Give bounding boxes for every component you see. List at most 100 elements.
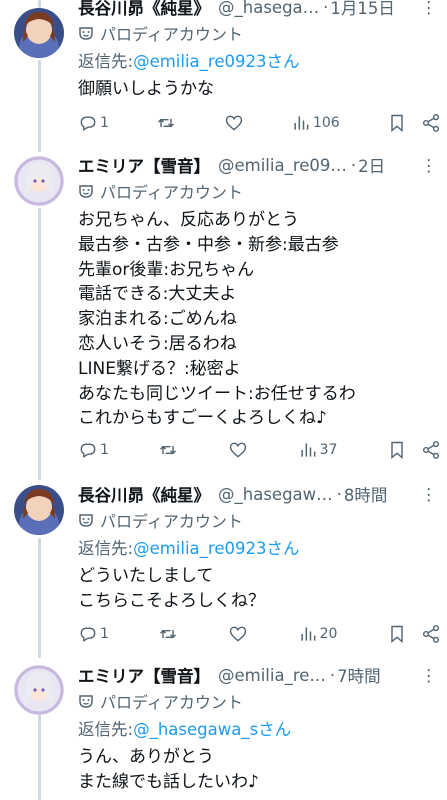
retweet-icon bbox=[158, 118, 175, 128]
tweet-text: うん、ありがとう また線でも話したいわ♪ bbox=[78, 745, 437, 795]
tweet-text-line: 御願いしようかな bbox=[78, 79, 214, 99]
reply-prefix: 返信先: bbox=[78, 538, 134, 558]
bookmark-icon bbox=[391, 441, 403, 460]
share-button[interactable] bbox=[421, 113, 441, 133]
tweet-text-line: 電話できる:大丈夫よ bbox=[78, 284, 237, 305]
parody-label: パロディアカウント bbox=[78, 688, 437, 714]
bookmark-icon bbox=[391, 625, 403, 644]
bookmark-button[interactable] bbox=[387, 440, 407, 460]
like-button[interactable] bbox=[224, 113, 244, 133]
action-bar: 1 37 bbox=[78, 438, 441, 462]
tweet-text: お兄ちゃん、反応ありがとう 最古参・古参・中参・新参:最古参 先輩or後輩:お兄… bbox=[78, 208, 437, 431]
share-icon bbox=[422, 441, 440, 459]
view-count: 20 bbox=[319, 626, 338, 642]
mask-icon bbox=[79, 185, 93, 198]
heart-icon bbox=[229, 626, 247, 642]
avatar[interactable] bbox=[14, 665, 64, 715]
more-options-icon[interactable]: ⋮ bbox=[415, 485, 438, 504]
retweet-button[interactable] bbox=[156, 113, 176, 133]
bookmark-button[interactable] bbox=[387, 624, 407, 644]
avatar[interactable] bbox=[14, 8, 64, 58]
reply-mention-link[interactable]: @emilia_re0923さん bbox=[133, 535, 299, 559]
timestamp[interactable]: 7時間 bbox=[337, 663, 381, 687]
reply-to: 返信先: @emilia_re0923さん bbox=[78, 533, 437, 560]
more-options-icon[interactable]: ⋮ bbox=[415, 156, 438, 175]
view-count: 37 bbox=[319, 442, 338, 458]
heart-icon bbox=[225, 115, 242, 131]
parody-label-text: パロディアカウント bbox=[100, 183, 243, 202]
action-bar: 1 20 bbox=[78, 622, 441, 646]
reply-prefix: 返信先: bbox=[78, 51, 134, 71]
retweet-button[interactable] bbox=[158, 624, 178, 644]
reply-icon bbox=[80, 627, 96, 642]
views-icon bbox=[301, 627, 316, 641]
like-button[interactable] bbox=[228, 440, 248, 460]
tweet-text-line: お兄ちゃん、反応ありがとう bbox=[78, 210, 299, 230]
tweet-text-line: 先輩or後輩:お兄ちゃん bbox=[78, 259, 255, 280]
share-icon bbox=[422, 114, 440, 132]
tweet-text-line: あなたも同じツイート:お任せするわ bbox=[78, 383, 356, 404]
parody-label-text: パロディアカウント bbox=[100, 693, 243, 712]
mask-icon bbox=[79, 27, 93, 40]
reply-prefix: 返信先: bbox=[78, 719, 134, 739]
bookmark-icon bbox=[391, 114, 403, 133]
display-name[interactable]: 長谷川昴《純星》 bbox=[78, 482, 210, 506]
tweet-text-line: 家泊まれる:ごめんね bbox=[78, 309, 237, 330]
user-handle[interactable]: @emilia_re… bbox=[218, 666, 326, 685]
like-button[interactable] bbox=[228, 624, 248, 644]
share-button[interactable] bbox=[421, 440, 441, 460]
reply-icon bbox=[80, 443, 96, 458]
reply-mention-link[interactable]: @_hasegawa_sさん bbox=[133, 716, 291, 740]
tweet[interactable]: エミリア【雪音】 @emilia_re09… · 2日 ⋮ パロディアカウント … bbox=[0, 150, 447, 480]
reply-count: 1 bbox=[100, 115, 109, 131]
views-button[interactable]: 20 bbox=[298, 624, 338, 644]
parody-label: パロディアカウント bbox=[78, 507, 437, 533]
reply-count: 1 bbox=[100, 442, 109, 458]
reply-button[interactable]: 1 bbox=[78, 113, 109, 133]
retweet-button[interactable] bbox=[158, 440, 178, 460]
view-count: 106 bbox=[312, 115, 340, 131]
views-button[interactable]: 37 bbox=[298, 440, 338, 460]
display-name[interactable]: エミリア【雪音】 bbox=[78, 153, 210, 177]
parody-label-text: パロディアカウント bbox=[100, 25, 243, 44]
share-icon bbox=[422, 625, 440, 643]
retweet-icon bbox=[160, 445, 177, 455]
tweet-text-line: 恋人いそう:居るわね bbox=[78, 333, 237, 354]
parody-label: パロディアカウント bbox=[78, 20, 437, 46]
user-handle[interactable]: @emilia_re09… bbox=[218, 156, 347, 175]
timestamp[interactable]: 2日 bbox=[358, 153, 385, 177]
tweet-text-line: また線でも話したいわ♪ bbox=[78, 771, 259, 792]
action-bar: 1 106 bbox=[78, 111, 441, 135]
views-button[interactable]: 106 bbox=[291, 113, 340, 133]
reply-button[interactable]: 1 bbox=[78, 440, 109, 460]
retweet-icon bbox=[160, 629, 177, 639]
tweet[interactable]: 長谷川昴《純星》 @_hasega… · 1月15日 ⋮ パロディアカウント 返… bbox=[0, 0, 447, 150]
more-options-icon[interactable]: ⋮ bbox=[415, 0, 438, 17]
more-options-icon[interactable]: ⋮ bbox=[415, 666, 438, 685]
tweet[interactable]: 長谷川昴《純星》 @_hasegaw… · 8時間 ⋮ パロディアカウント 返信… bbox=[0, 480, 447, 660]
avatar[interactable] bbox=[14, 485, 64, 535]
heart-icon bbox=[229, 442, 247, 458]
reply-to: 返信先: @_hasegawa_sさん bbox=[78, 714, 437, 741]
user-handle[interactable]: @_hasega… bbox=[218, 0, 319, 17]
separator-dot: · bbox=[323, 0, 329, 17]
user-handle[interactable]: @_hasegaw… bbox=[218, 485, 333, 504]
reply-to: 返信先: @emilia_re0923さん bbox=[78, 46, 437, 73]
separator-dot: · bbox=[336, 484, 342, 504]
reply-mention-link[interactable]: @emilia_re0923さん bbox=[133, 48, 299, 72]
mask-icon bbox=[79, 695, 93, 708]
separator-dot: · bbox=[350, 155, 357, 175]
reply-button[interactable]: 1 bbox=[78, 624, 109, 644]
views-icon bbox=[301, 443, 316, 457]
share-button[interactable] bbox=[421, 624, 441, 644]
display-name[interactable]: エミリア【雪音】 bbox=[78, 663, 210, 687]
timestamp[interactable]: 1月15日 bbox=[330, 0, 395, 19]
tweet-text-line: 最古参・古参・中参・新参:最古参 bbox=[78, 234, 339, 255]
display-name[interactable]: 長谷川昴《純星》 bbox=[78, 0, 210, 19]
avatar[interactable] bbox=[14, 156, 64, 206]
tweet[interactable]: エミリア【雪音】 @emilia_re… · 7時間 ⋮ パロディアカウント 返… bbox=[0, 660, 447, 800]
bookmark-button[interactable] bbox=[387, 113, 407, 133]
timestamp[interactable]: 8時間 bbox=[344, 482, 388, 506]
views-icon bbox=[294, 116, 309, 130]
parody-label: パロディアカウント bbox=[78, 178, 437, 204]
